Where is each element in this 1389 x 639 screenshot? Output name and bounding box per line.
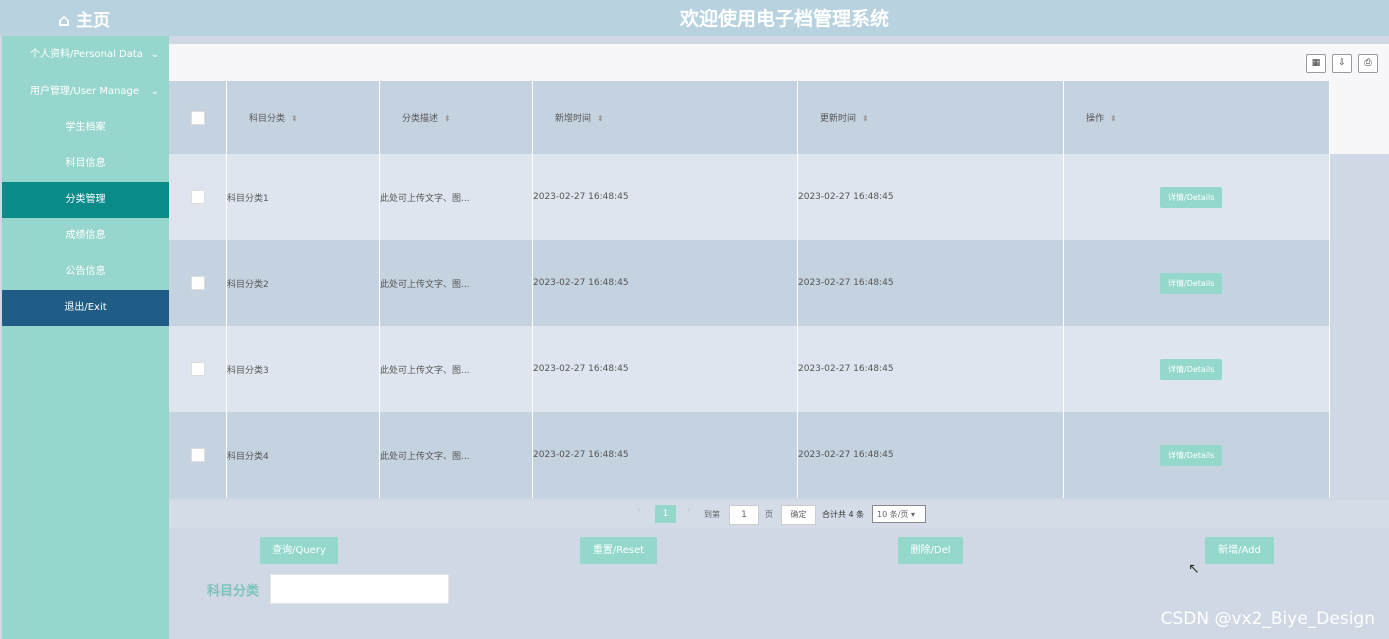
page-number-current[interactable]: 1 — [655, 505, 676, 523]
cell-updated: 2023-02-27 16:48:45 — [797, 240, 1064, 326]
sidebar-item-announcements[interactable]: 公告信息 — [2, 254, 169, 290]
goto-page-input[interactable]: 1 — [729, 505, 759, 525]
total-count: 合计共 4 条 — [822, 510, 865, 519]
goto-confirm-button[interactable]: 确定 — [781, 505, 816, 525]
sidebar-item-category-manage[interactable]: 分类管理 — [2, 182, 169, 218]
columns-icon[interactable]: ▦ — [1306, 54, 1326, 73]
chevron-down-icon: ⌄ — [150, 86, 159, 97]
delete-button[interactable]: 删除/Del — [898, 537, 963, 564]
cell-category: 科目分类2 — [226, 240, 380, 326]
select-all-checkbox[interactable] — [191, 110, 205, 125]
row-checkbox[interactable] — [191, 190, 205, 204]
goto-label: 到第 — [704, 510, 720, 519]
data-table: 科目分类 ⬍ 分类描述 ⬍ 新增时间 ⬍ 更新时间 ⬍ 操作 ⬍ 科目分类1 此处可上传文… — [169, 81, 1330, 498]
cell-action: 详情/Details — [1063, 154, 1330, 240]
column-header[interactable]: 分类描述 ⬍ — [379, 81, 533, 154]
pagination: ‹ 1 › 到第 1 页 确定 合计共 4 条 10 条/页 ▾ — [169, 500, 1389, 528]
sidebar-group-user-manage[interactable]: 用户管理/User Manage ⌄ — [2, 73, 169, 110]
cell-created: 2023-02-27 16:48:45 — [532, 240, 798, 326]
cell-updated: 2023-02-27 16:48:45 — [797, 326, 1064, 412]
cell-updated: 2023-02-27 16:48:45 — [797, 154, 1064, 240]
table-row: 科目分类2 此处可上传文字、图... 2023-02-27 16:48:45 2… — [169, 240, 1330, 326]
row-checkbox[interactable] — [191, 362, 205, 376]
export-icon[interactable]: ⇩ — [1332, 54, 1352, 73]
column-header[interactable]: 操作 ⬍ — [1063, 81, 1330, 154]
page-size-select[interactable]: 10 条/页 ▾ — [872, 505, 926, 523]
table-toolbar: ▦ ⇩ ⎙ — [169, 44, 1389, 81]
column-header[interactable]: 更新时间 ⬍ — [797, 81, 1064, 154]
sidebar-item-exit[interactable]: 退出/Exit — [2, 290, 169, 326]
column-header[interactable]: 新增时间 ⬍ — [532, 81, 798, 154]
cell-created: 2023-02-27 16:48:45 — [532, 154, 798, 240]
add-button[interactable]: 新增/Add — [1205, 537, 1274, 564]
row-checkbox[interactable] — [191, 448, 205, 462]
cell-created: 2023-02-27 16:48:45 — [532, 412, 798, 498]
details-button[interactable]: 详情/Details — [1160, 444, 1223, 466]
filter-category-label: 科目分类 — [207, 584, 260, 599]
cell-action: 详情/Details — [1063, 326, 1330, 412]
sidebar-item-student-archive[interactable]: 学生档案 — [2, 110, 169, 146]
page-title: 欢迎使用电子档管理系统 — [679, 8, 889, 30]
cell-category: 科目分类3 — [226, 326, 380, 412]
print-icon[interactable]: ⎙ — [1358, 54, 1378, 73]
cell-category: 科目分类1 — [226, 154, 380, 240]
cell-description: 此处可上传文字、图... — [379, 240, 533, 326]
cell-created: 2023-02-27 16:48:45 — [532, 326, 798, 412]
top-bar: ⌂ 主页 欢迎使用电子档管理系统 — [0, 0, 1389, 36]
sort-icon[interactable]: ⬍ — [444, 114, 451, 123]
sidebar-item-grade-info[interactable]: 成绩信息 — [2, 218, 169, 254]
column-header[interactable]: 科目分类 ⬍ — [226, 81, 380, 154]
watermark: CSDN @vx2_Biye_Design — [1160, 609, 1375, 629]
sort-icon[interactable]: ⬍ — [862, 114, 869, 123]
table-row: 科目分类3 此处可上传文字、图... 2023-02-27 16:48:45 2… — [169, 326, 1330, 412]
sort-icon[interactable]: ⬍ — [597, 114, 604, 123]
content-top-stripe — [169, 36, 1389, 44]
query-button[interactable]: 查询/Query — [260, 537, 338, 564]
table-header-filler — [1328, 81, 1389, 154]
table-header-row: 科目分类 ⬍ 分类描述 ⬍ 新增时间 ⬍ 更新时间 ⬍ 操作 ⬍ — [169, 81, 1330, 154]
sidebar-group-label: 用户管理/User Manage — [30, 86, 140, 97]
cell-description: 此处可上传文字、图... — [379, 326, 533, 412]
cell-updated: 2023-02-27 16:48:45 — [797, 412, 1064, 498]
prev-page-icon[interactable]: ‹ — [637, 505, 640, 514]
header-select-all — [169, 81, 227, 154]
chevron-down-icon: ⌄ — [150, 49, 159, 60]
sort-icon[interactable]: ⬍ — [291, 114, 298, 123]
table-row: 科目分类1 此处可上传文字、图... 2023-02-27 16:48:45 2… — [169, 154, 1330, 240]
cell-description: 此处可上传文字、图... — [379, 154, 533, 240]
cell-action: 详情/Details — [1063, 412, 1330, 498]
sort-icon[interactable]: ⬍ — [1110, 114, 1117, 123]
table-row: 科目分类4 此处可上传文字、图... 2023-02-27 16:48:45 2… — [169, 412, 1330, 498]
cell-action: 详情/Details — [1063, 240, 1330, 326]
page-unit-label: 页 — [765, 510, 773, 519]
cell-category: 科目分类4 — [226, 412, 380, 498]
reset-button[interactable]: 重置/Reset — [580, 537, 657, 564]
sidebar-group-personal-data[interactable]: 个人资料/Personal Data ⌄ — [2, 36, 169, 73]
filter-category-input[interactable] — [270, 574, 449, 604]
details-button[interactable]: 详情/Details — [1160, 358, 1223, 380]
cell-description: 此处可上传文字、图... — [379, 412, 533, 498]
sidebar-group-label: 个人资料/Personal Data — [30, 49, 143, 60]
sidebar-item-subject-info[interactable]: 科目信息 — [2, 146, 169, 182]
row-checkbox[interactable] — [191, 276, 205, 290]
next-page-icon[interactable]: › — [687, 505, 690, 514]
details-button[interactable]: 详情/Details — [1160, 272, 1223, 294]
details-button[interactable]: 详情/Details — [1160, 186, 1223, 208]
mouse-cursor-icon: ↖ — [1188, 561, 1200, 577]
sidebar: 个人资料/Personal Data ⌄ 用户管理/User Manage ⌄ … — [2, 36, 169, 639]
